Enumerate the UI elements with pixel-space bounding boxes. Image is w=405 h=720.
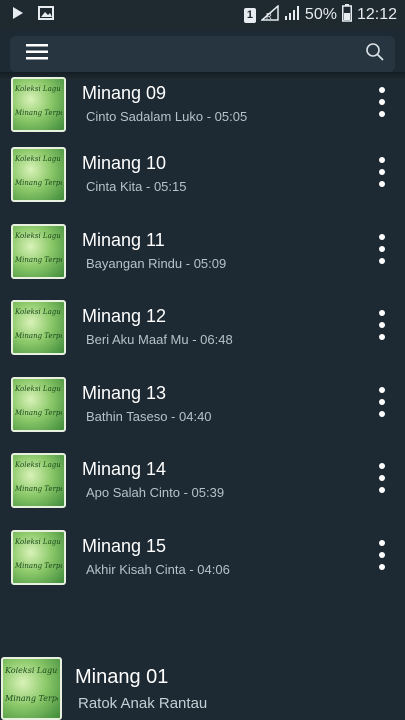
album-art: Koleksi Lagu Minang Terpopuler bbox=[11, 377, 66, 432]
hamburger-menu-icon[interactable] bbox=[26, 43, 48, 66]
list-item[interactable]: Koleksi Lagu Minang Terpopuler Minang 11… bbox=[0, 224, 405, 301]
list-item[interactable]: Koleksi Lagu Minang Terpopuler Minang 09… bbox=[0, 77, 405, 154]
more-options-icon[interactable] bbox=[372, 234, 392, 264]
song-title: Minang 11 bbox=[82, 230, 165, 250]
now-playing-album-art: Koleksi Lagu Minang Terpopuler bbox=[1, 657, 62, 720]
list-item[interactable]: Koleksi Lagu Minang Terpopuler Minang 14… bbox=[0, 453, 405, 530]
song-subtitle: Apo Salah Cinto - 05:39 bbox=[86, 485, 225, 500]
album-art: Koleksi Lagu Minang Terpopuler bbox=[11, 77, 66, 132]
search-icon[interactable] bbox=[365, 42, 385, 67]
cell-signal-icon bbox=[284, 5, 300, 26]
list-item[interactable]: Koleksi Lagu Minang Terpopuler Minang 10… bbox=[0, 147, 405, 224]
list-item[interactable]: Koleksi Lagu Minang Terpopuler Minang 12… bbox=[0, 300, 405, 377]
list-item[interactable]: Koleksi Lagu Minang Terpopuler Minang 13… bbox=[0, 377, 405, 454]
svg-text:R: R bbox=[266, 12, 272, 21]
gallery-notification-icon bbox=[38, 5, 54, 25]
album-art: Koleksi Lagu Minang Terpopuler bbox=[11, 224, 66, 279]
battery-percent: 50% bbox=[304, 6, 337, 23]
sim-icon: 1 bbox=[243, 7, 256, 23]
app-bar bbox=[10, 36, 395, 72]
status-bar: 1 R 50% 12:12 bbox=[0, 0, 405, 30]
now-playing-subtitle: Ratok Anak Rantau bbox=[78, 695, 208, 712]
list-item[interactable]: Koleksi Lagu Minang Terpopuler Minang 15… bbox=[0, 530, 405, 607]
now-playing-title: Minang 01 bbox=[75, 666, 169, 688]
album-art: Koleksi Lagu Minang Terpopuler bbox=[11, 453, 66, 508]
song-title: Minang 15 bbox=[82, 536, 167, 556]
clock: 12:12 bbox=[356, 6, 397, 23]
more-options-icon[interactable] bbox=[372, 540, 392, 570]
more-options-icon[interactable] bbox=[372, 310, 392, 340]
song-title: Minang 12 bbox=[82, 306, 167, 326]
song-subtitle: Bayangan Rindu - 05:09 bbox=[86, 256, 227, 271]
song-subtitle: Cinta Kita - 05:15 bbox=[86, 179, 187, 194]
play-notification-icon bbox=[12, 6, 24, 25]
more-options-icon[interactable] bbox=[372, 387, 392, 417]
song-title: Minang 09 bbox=[82, 83, 167, 103]
song-list[interactable]: Koleksi Lagu Minang Terpopuler Minang 09… bbox=[0, 70, 405, 655]
song-title: Minang 10 bbox=[82, 153, 167, 173]
album-art: Koleksi Lagu Minang Terpopuler bbox=[11, 147, 66, 202]
album-art: Koleksi Lagu Minang Terpopuler bbox=[11, 530, 66, 585]
now-playing-bar[interactable]: Koleksi Lagu Minang Terpopuler Minang 01… bbox=[0, 655, 405, 720]
wifi-signal-icon: R bbox=[259, 3, 279, 26]
battery-icon bbox=[341, 3, 352, 27]
song-title: Minang 14 bbox=[82, 459, 167, 479]
song-title: Minang 13 bbox=[82, 383, 167, 403]
more-options-icon[interactable] bbox=[372, 87, 392, 117]
song-subtitle: Akhir Kisah Cinta - 04:06 bbox=[86, 562, 230, 577]
song-subtitle: Cinto Sadalam Luko - 05:05 bbox=[86, 109, 248, 124]
song-subtitle: Beri Aku Maaf Mu - 06:48 bbox=[86, 332, 233, 347]
more-options-icon[interactable] bbox=[372, 463, 392, 493]
album-art: Koleksi Lagu Minang Terpopuler bbox=[11, 300, 66, 355]
song-subtitle: Bathin Taseso - 04:40 bbox=[86, 409, 212, 424]
more-options-icon[interactable] bbox=[372, 157, 392, 187]
